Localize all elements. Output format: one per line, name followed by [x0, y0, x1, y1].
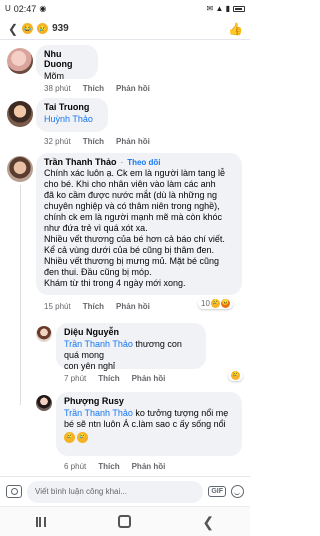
- recent-apps-icon[interactable]: [35, 516, 46, 527]
- android-nav-bar: ❮: [0, 506, 250, 536]
- comment-text-line: Chính xác luôn ạ. Ck em là người làm tan…: [44, 168, 226, 178]
- comment-text-line: Nhiều vết thương của bé hơn cả báo chí v…: [44, 234, 225, 244]
- comment-time: 15 phút: [44, 302, 71, 311]
- back-arrow-icon[interactable]: ❮: [8, 22, 18, 36]
- comment-composer: Viết bình luận công khai... GIF: [0, 476, 250, 506]
- commenter-name[interactable]: Diệu Nguyễn: [64, 327, 198, 337]
- comment-text-line: chuyên nghiệp và có thâm niên trong nghề…: [44, 201, 220, 211]
- comment-actions: 32 phút Thích Phản hồi: [44, 137, 150, 146]
- comment-input[interactable]: Viết bình luận công khai...: [27, 480, 204, 503]
- comment-text-line: Nhiều vết thương bị mưng mủ. Mặt bé cũng: [44, 256, 220, 266]
- comment-time: 32 phút: [44, 137, 71, 146]
- sad-reaction-icon: 😢: [231, 371, 240, 380]
- comment-actions: 38 phút Thích Phản hồi: [44, 84, 150, 93]
- reply-bubble: Phượng Rusy Trần Thanh Thảo ko tưởng tượ…: [56, 392, 242, 456]
- status-icons: ✉ ▲ ▮: [206, 4, 230, 13]
- comment-bubble: Trần Thanh Thảo · Theo dõi Chính xác luô…: [36, 153, 242, 295]
- commenter-name[interactable]: Phượng Rusy: [64, 396, 234, 406]
- emoji-icon[interactable]: [231, 485, 244, 498]
- comment-reactions[interactable]: 10 😢 😠: [198, 298, 233, 309]
- comment-header: Trần Thanh Thảo · Theo dõi: [44, 157, 161, 167]
- follow-button[interactable]: Theo dõi: [127, 158, 160, 167]
- reply-text: Trần Thanh Thảo thương con quá mong: [64, 339, 198, 361]
- avatar[interactable]: [36, 395, 52, 411]
- reply-button[interactable]: Phản hồi: [132, 462, 166, 471]
- comment-text: Mõm: [44, 71, 64, 81]
- avatar[interactable]: [36, 326, 52, 342]
- reactions-header[interactable]: ❮ 😂 😢 939 👍: [0, 18, 250, 40]
- comments-list: Nhu Duong Mõm 38 phút Thích Phản hồi Tai…: [0, 40, 250, 476]
- reply-button[interactable]: Phản hồi: [116, 137, 150, 146]
- comment-reactions[interactable]: 😢: [228, 370, 243, 381]
- reply-button[interactable]: Phản hồi: [116, 84, 150, 93]
- comment-text-line: đen thui. Đầu cũng bị móp.: [44, 267, 152, 277]
- mention-tag[interactable]: Trần Thanh Thảo: [64, 408, 133, 418]
- commenter-name[interactable]: Nhu Duong: [44, 49, 90, 69]
- reply-text-line: con yên nghỉ: [64, 361, 116, 371]
- comment-input-placeholder: Viết bình luận công khai...: [35, 487, 127, 496]
- reaction-count: 939: [52, 23, 69, 34]
- camera-icon[interactable]: [6, 485, 22, 498]
- like-button[interactable]: Thích: [83, 302, 104, 311]
- comment-actions: 15 phút Thích Phản hồi: [44, 302, 150, 311]
- comment-actions: 7 phút Thích Phản hồi: [64, 374, 165, 383]
- battery-icon: [233, 6, 245, 12]
- commenter-name[interactable]: Tai Truong: [44, 102, 100, 112]
- reply-text-part: ko tưởng tượng nổi mẹ: [135, 408, 229, 418]
- comment-text-line: Khám từ thi trong 4 ngày mới xong.: [44, 278, 186, 288]
- comment-bubble: Tai Truong Huỳnh Thảo: [36, 98, 108, 132]
- mention-tag[interactable]: Trần Thanh Thảo: [64, 339, 133, 349]
- sad-reaction-icon: 😢: [37, 23, 49, 34]
- avatar[interactable]: [7, 48, 33, 74]
- reply-button[interactable]: Phản hồi: [116, 302, 150, 311]
- like-button[interactable]: Thích: [98, 462, 119, 471]
- like-button[interactable]: Thích: [98, 374, 119, 383]
- like-thumb-icon[interactable]: 👍: [228, 22, 243, 36]
- comment-text-line: Kể cả vùng dưới của bé cũng bị thâm đen.: [44, 245, 215, 255]
- like-button[interactable]: Thích: [83, 137, 104, 146]
- mention-tag[interactable]: Huỳnh Thảo: [44, 114, 100, 125]
- status-time: 02:47: [13, 4, 37, 14]
- back-icon[interactable]: ❮: [202, 515, 214, 529]
- sad-emoji-icon: 😢: [77, 432, 88, 443]
- comment-actions: 6 phút Thích Phản hồi: [64, 462, 165, 471]
- comment-bubble: Nhu Duong Mõm: [36, 45, 98, 81]
- avatar[interactable]: [7, 156, 33, 182]
- comment-text-line: như đứa trẻ vì quá xót xa.: [44, 223, 148, 233]
- messenger-icon: ◉: [39, 4, 47, 13]
- comment-time: 38 phút: [44, 84, 71, 93]
- comment-text-line: đã ko cầm được nước mắt (dù là những ng: [44, 190, 217, 200]
- sad-emoji-icon: 😢: [64, 432, 75, 443]
- reply-bubble: Diệu Nguyễn Trần Thanh Thảo thương con q…: [56, 323, 206, 371]
- home-icon[interactable]: [117, 515, 131, 528]
- comment-time: 7 phút: [64, 374, 87, 383]
- haha-reaction-icon: 😂: [22, 23, 34, 34]
- avatar[interactable]: [7, 101, 33, 127]
- comment-reaction-count: 10: [201, 299, 210, 308]
- reply-text: Trần Thanh Thảo ko tưởng tượng nổi mẹ: [64, 408, 234, 419]
- reply-emojis: 😢 😢: [64, 432, 234, 443]
- status-bar: U 02:47 ◉ ✉ ▲ ▮: [0, 0, 250, 18]
- reply-thread-line: [20, 185, 21, 405]
- comment-text-line: cho bé. Khi cho nhân viên vào làm các an…: [44, 179, 216, 189]
- sad-reaction-icon: 😢: [210, 299, 220, 308]
- commenter-name[interactable]: Trần Thanh Thảo: [44, 157, 117, 167]
- reply-button[interactable]: Phản hồi: [132, 374, 166, 383]
- angry-reaction-icon: 😠: [220, 299, 230, 308]
- comment-time: 6 phút: [64, 462, 87, 471]
- carrier-icon: U: [5, 4, 11, 13]
- reply-text-line: bé sẽ ntn luôn Á c.làm sao c ấy sống nổi: [64, 419, 226, 429]
- like-button[interactable]: Thích: [83, 84, 104, 93]
- comment-text-line: chính ck em là người mạnh mẽ mà còn khóc: [44, 212, 223, 222]
- gif-button[interactable]: GIF: [208, 486, 226, 497]
